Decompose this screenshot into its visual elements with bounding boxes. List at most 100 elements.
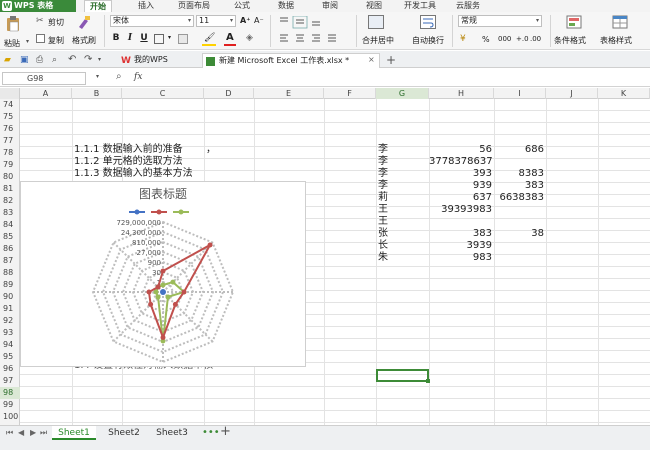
row-header-95[interactable]: 95 (0, 351, 20, 363)
tab-cloud[interactable]: 云服务 (456, 0, 480, 12)
increase-decimal-icon[interactable]: +.0 (516, 35, 529, 43)
close-tab-icon[interactable]: × (368, 55, 375, 64)
row-header-78[interactable]: 78 (0, 147, 20, 159)
fill-color-icon[interactable]: 🖌 (204, 33, 215, 43)
doc-tab-workbook[interactable]: 新建 Microsoft Excel 工作表.xlsx * (202, 53, 380, 68)
more-sheets-icon[interactable]: ••• (202, 427, 220, 438)
row-header-96[interactable]: 96 (0, 363, 20, 375)
paste-icon[interactable] (6, 16, 20, 32)
wrap-text-button[interactable]: 自动换行 (412, 35, 444, 46)
cell-i80[interactable]: 8383 (494, 168, 544, 180)
cell-style-icon[interactable] (178, 34, 188, 44)
conditional-format-icon[interactable] (566, 15, 582, 29)
next-sheet-icon[interactable]: ▶ (30, 428, 36, 437)
cell-g84[interactable]: 王 (378, 216, 388, 228)
row-header-89[interactable]: 89 (0, 279, 20, 291)
merge-center-button[interactable]: 合并居中 (362, 35, 394, 46)
number-format-select[interactable]: 常规 ▾ (458, 15, 542, 27)
undo-icon[interactable]: ↶ (68, 54, 76, 65)
cell-b80[interactable]: 1.1.3 数据输入的基本方法 (74, 168, 193, 180)
cell-d78[interactable]: ， (206, 144, 216, 156)
tab-page-layout[interactable]: 页面布局 (178, 0, 210, 12)
row-header-92[interactable]: 92 (0, 315, 20, 327)
sheet-tab-1[interactable]: Sheet1 (52, 426, 96, 440)
row-header-79[interactable]: 79 (0, 159, 20, 171)
table-style-button[interactable]: 表格样式 (600, 35, 632, 46)
quick-access-dropdown-icon[interactable]: ▾ (98, 56, 101, 63)
border-dropdown-icon[interactable]: ▾ (168, 34, 171, 41)
row-header-81[interactable]: 81 (0, 183, 20, 195)
bold-button[interactable]: B (111, 33, 121, 44)
sheet-tab-3[interactable]: Sheet3 (150, 426, 194, 440)
tab-developer[interactable]: 开发工具 (404, 0, 436, 12)
cell-b78[interactable]: 1.1.1 数据输入前的准备 (74, 144, 183, 156)
column-header-b[interactable]: B (72, 88, 122, 99)
row-header-85[interactable]: 85 (0, 231, 20, 243)
row-header-97[interactable]: 97 (0, 375, 20, 387)
cell-i81[interactable]: 383 (494, 180, 544, 192)
select-all-button[interactable] (0, 88, 20, 99)
format-painter-icon[interactable] (76, 15, 92, 31)
decrease-decimal-icon[interactable]: .00 (530, 35, 541, 43)
print-icon[interactable]: ⎙ (36, 55, 43, 65)
cell-h82[interactable]: 637 (429, 192, 492, 204)
tab-view[interactable]: 视图 (366, 0, 382, 12)
column-header-c[interactable]: C (122, 88, 204, 99)
conditional-format-button[interactable]: 条件格式 (554, 35, 586, 46)
last-sheet-icon[interactable]: ⏭ (40, 428, 47, 438)
increase-font-icon[interactable]: A⁺ (240, 16, 250, 25)
cell-g86[interactable]: 长 (378, 240, 388, 252)
row-header-75[interactable]: 75 (0, 111, 20, 123)
redo-icon[interactable]: ↷ (84, 54, 92, 65)
cut-icon[interactable]: ✂ (36, 16, 44, 26)
row-header-86[interactable]: 86 (0, 243, 20, 255)
row-header-100[interactable]: 100 (0, 411, 20, 423)
cell-i78[interactable]: 686 (494, 144, 544, 156)
italic-button[interactable]: I (125, 33, 135, 44)
row-header-93[interactable]: 93 (0, 327, 20, 339)
format-painter-button[interactable]: 格式刷 (72, 35, 96, 46)
column-header-i[interactable]: I (494, 88, 546, 99)
cell-h80[interactable]: 393 (429, 168, 492, 180)
insert-function-button[interactable]: fx (134, 72, 142, 82)
cell-b79[interactable]: 1.1.2 单元格的选取方法 (74, 156, 183, 168)
font-color-icon[interactable]: A (226, 32, 234, 43)
row-header-90[interactable]: 90 (0, 291, 20, 303)
clear-format-icon[interactable]: ◈ (246, 33, 253, 43)
new-tab-icon[interactable]: + (386, 53, 396, 67)
currency-icon[interactable]: ¥ (460, 34, 466, 44)
cell-h81[interactable]: 939 (429, 180, 492, 192)
row-header-87[interactable]: 87 (0, 255, 20, 267)
cell-h87[interactable]: 983 (429, 252, 492, 264)
copy-button[interactable]: 复制 (48, 35, 64, 46)
column-header-k[interactable]: K (598, 88, 650, 99)
first-sheet-icon[interactable]: ⏮ (6, 428, 13, 438)
cell-g81[interactable]: 李 (378, 180, 388, 192)
row-header-98[interactable]: 98 (0, 387, 20, 399)
table-style-icon[interactable] (612, 15, 628, 29)
column-header-h[interactable]: H (429, 88, 494, 99)
cell-h79[interactable]: 3778378637 (429, 156, 493, 168)
open-folder-icon[interactable]: ▰ (4, 55, 11, 65)
row-header-77[interactable]: 77 (0, 135, 20, 147)
tab-formulas[interactable]: 公式 (234, 0, 250, 12)
column-header-e[interactable]: E (254, 88, 324, 99)
row-header-76[interactable]: 76 (0, 123, 20, 135)
formula-input[interactable] (160, 72, 648, 85)
wrap-text-icon[interactable] (420, 15, 436, 29)
row-header-74[interactable]: 74 (0, 99, 20, 111)
name-box-dropdown-icon[interactable]: ▾ (96, 73, 99, 80)
cell-g80[interactable]: 李 (378, 168, 388, 180)
underline-button[interactable]: U (139, 33, 149, 44)
border-icon[interactable] (154, 34, 164, 44)
cut-button[interactable]: 剪切 (48, 17, 64, 28)
cell-h78[interactable]: 56 (429, 144, 492, 156)
cell-i85[interactable]: 38 (494, 228, 544, 240)
column-header-g[interactable]: G (376, 88, 429, 99)
column-header-a[interactable]: A (20, 88, 72, 99)
paste-dropdown-icon[interactable]: ▾ (26, 38, 29, 45)
cell-h85[interactable]: 383 (429, 228, 492, 240)
cell-h83[interactable]: 39393983 (429, 204, 492, 216)
row-header-84[interactable]: 84 (0, 219, 20, 231)
cell-h86[interactable]: 3939 (429, 240, 492, 252)
